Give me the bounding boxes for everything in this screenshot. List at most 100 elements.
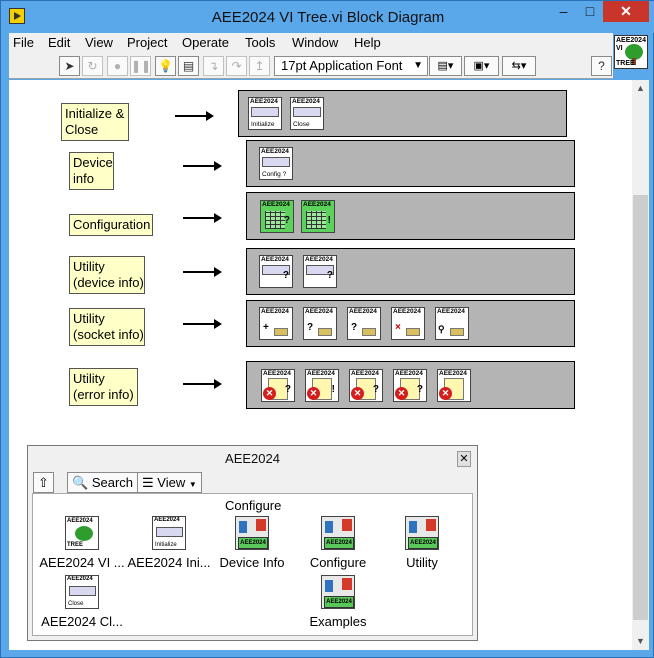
palette-up-button[interactable]: ⇧ (33, 472, 54, 493)
group-initialize-close[interactable]: AEE2024 Initialize AEE2024 Close (238, 90, 567, 137)
group-utility-device[interactable]: AEE2024 ? AEE2024 ? (246, 248, 575, 295)
menu-window[interactable]: Window (292, 35, 338, 50)
add-socket-icon[interactable]: AEE2024 + (259, 307, 293, 340)
palette-search-button[interactable]: 🔍 Search (67, 472, 139, 493)
step-over-icon[interactable]: ↷ (226, 56, 247, 76)
label-utility-socket[interactable]: Utility (socket info) (69, 308, 145, 346)
arrow-right-icon (183, 161, 222, 171)
title-bar: AEE2024 VI Tree.vi Block Diagram – □ ✕ (1, 1, 654, 33)
font-dropdown[interactable]: 17pt Application Font ▼ (274, 56, 428, 76)
find-socket-icon[interactable]: AEE2024 ⚲ (435, 307, 469, 340)
plug-graphic (450, 328, 464, 336)
palette-item-label: AEE2024 Cl... (41, 614, 123, 629)
pause-icon[interactable]: ❚❚ (130, 56, 151, 76)
error-icon: ✕ (263, 387, 276, 400)
palette-view-button[interactable]: ☰ View ▼ (137, 472, 202, 493)
menu-help[interactable]: Help (354, 35, 381, 50)
palette-item-label: Device Info (219, 555, 285, 570)
label-utility-error[interactable]: Utility (error info) (69, 368, 138, 406)
menu-operate[interactable]: Operate (182, 35, 229, 50)
remove-socket-icon[interactable]: AEE2024 × (391, 307, 425, 340)
abort-icon[interactable]: ● (107, 56, 128, 76)
palette-item-label: Utility (406, 555, 438, 570)
distribute-objects-icon[interactable]: ▣▾ (464, 56, 499, 76)
icon-header: AEE2024 (393, 308, 421, 315)
palette-group-label: Configure (225, 498, 282, 513)
scroll-up-icon[interactable]: ▲ (632, 80, 649, 97)
menu-tools[interactable]: Tools (245, 35, 275, 50)
palette-item-configure[interactable]: AEE2024 Configure (293, 516, 383, 576)
group-configuration[interactable]: AEE2024 ? AEE2024 ! (246, 192, 575, 240)
palette-item-utility[interactable]: AEE2024 Utility (377, 516, 467, 576)
cross-mark: × (395, 322, 401, 333)
step-out-icon[interactable]: ↥ (249, 56, 270, 76)
initialize-icon: AEE2024 Initialize (152, 516, 186, 550)
socket-query-icon[interactable]: AEE2024 ? (303, 307, 337, 340)
label-utility-device[interactable]: Utility (device info) (69, 256, 145, 294)
device-info-query-icon[interactable]: AEE2024 ? (259, 255, 293, 288)
palette-item-device-info[interactable]: AEE2024 Device Info (207, 516, 297, 576)
scroll-thumb[interactable] (633, 195, 648, 620)
group-utility-socket[interactable]: AEE2024 + AEE2024 ? AEE2024 ? AEE2024 × … (246, 300, 575, 347)
error-icon: ✕ (439, 387, 452, 400)
error-query-icon-2[interactable]: AEE2024 ? ✕ (349, 369, 383, 402)
close-button[interactable]: ✕ (603, 1, 649, 22)
socket-query-icon-2[interactable]: AEE2024 ? (347, 307, 381, 340)
close-icon: AEE2024 Close (65, 575, 99, 609)
set-configuration-icon[interactable]: AEE2024 ! (301, 200, 335, 233)
context-help-button[interactable]: ? (591, 56, 612, 76)
align-objects-icon[interactable]: ▤▾ (429, 56, 462, 76)
query-mark: ? (307, 322, 314, 333)
menu-edit[interactable]: Edit (48, 35, 70, 50)
close-icon[interactable]: AEE2024 Close (290, 97, 324, 130)
folder-red (256, 519, 266, 531)
instrument-graphic (156, 527, 183, 537)
get-configuration-icon[interactable]: AEE2024 ? (260, 200, 294, 233)
menu-project[interactable]: Project (127, 35, 167, 50)
maximize-button[interactable]: □ (577, 1, 603, 22)
view-icon: ☰ (142, 475, 154, 490)
reorder-icon[interactable]: ⇆▾ (502, 56, 536, 76)
icon-header: AEE2024 (292, 98, 320, 105)
minimize-button[interactable]: – (550, 1, 577, 22)
highlight-execution-icon[interactable]: 💡 (155, 56, 176, 76)
error-query-icon[interactable]: AEE2024 ? ✕ (261, 369, 295, 402)
run-continuous-icon[interactable]: ↻ (82, 56, 103, 76)
device-info-query-icon-2[interactable]: AEE2024 ? (303, 255, 337, 288)
run-arrow-icon[interactable]: ➤ (59, 56, 80, 76)
menu-view[interactable]: View (85, 35, 113, 50)
vi-tree-icon: AEE2024 TREE (65, 516, 99, 550)
group-utility-error[interactable]: AEE2024 ? ✕ AEE2024 ! ✕ AEE2024 ? ✕ AEE2… (246, 361, 575, 409)
folder-label: AEE2024 (408, 537, 438, 549)
arrow-right-icon (183, 267, 222, 277)
vi-tree-icon[interactable]: AEE2024 VI TREE (614, 35, 648, 69)
scroll-down-icon[interactable]: ▼ (632, 633, 649, 650)
error-clear-icon[interactable]: AEE2024 ✕ (437, 369, 471, 402)
group-device-info[interactable]: AEE2024 Config ? (246, 140, 575, 187)
step-into-icon[interactable]: ↴ (203, 56, 224, 76)
instrument-graphic (251, 107, 279, 117)
palette-item-examples[interactable]: AEE2024 Examples (293, 575, 383, 635)
palette-item-vi-tree[interactable]: AEE2024 TREE AEE2024 VI ... (37, 516, 127, 576)
functions-palette[interactable]: AEE2024 ✕ ⇧ 🔍 Search ☰ View ▼ Configure … (27, 445, 478, 641)
plug-graphic (274, 328, 288, 336)
retain-wire-values-icon[interactable]: ▤ (178, 56, 199, 76)
config-query-icon[interactable]: AEE2024 Config ? (259, 147, 293, 180)
palette-item-initialize[interactable]: AEE2024 Initialize AEE2024 Ini... (124, 516, 214, 576)
label-configuration[interactable]: Configuration (69, 214, 153, 236)
icon-header: AEE2024 (303, 201, 331, 208)
palette-item-label: AEE2024 VI ... (39, 555, 125, 570)
error-list-icon[interactable]: AEE2024 ? ✕ (393, 369, 427, 402)
label-initialize-close[interactable]: Initialize & Close (61, 103, 129, 141)
menu-file[interactable]: File (13, 35, 34, 50)
vertical-scrollbar[interactable]: ▲ ▼ (632, 80, 649, 650)
error-icon: ✕ (395, 387, 408, 400)
label-device-info[interactable]: Device info (69, 152, 114, 190)
initialize-icon[interactable]: AEE2024 Initialize (248, 97, 282, 130)
error-set-icon[interactable]: AEE2024 ! ✕ (305, 369, 339, 402)
palette-close-button[interactable]: ✕ (457, 451, 471, 467)
plug-graphic (362, 328, 376, 336)
palette-item-close[interactable]: AEE2024 Close AEE2024 Cl... (37, 575, 127, 635)
icon-header: AEE2024 (307, 370, 335, 377)
icon-header: AEE2024 (261, 148, 289, 155)
